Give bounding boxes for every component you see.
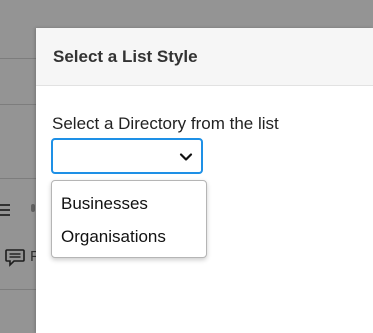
chevron-down-icon — [179, 150, 193, 164]
dropdown-option-organisations[interactable]: Organisations — [61, 227, 166, 247]
list-style-modal: Select a List Style Select a Directory f… — [36, 28, 373, 333]
directory-dropdown-list: Businesses Organisations — [51, 180, 207, 258]
directory-field-label: Select a Directory from the list — [52, 114, 279, 133]
directory-select[interactable] — [51, 138, 203, 174]
modal-title: Select a List Style — [53, 46, 198, 66]
modal-header: Select a List Style — [36, 28, 373, 86]
dropdown-option-businesses[interactable]: Businesses — [61, 194, 148, 214]
